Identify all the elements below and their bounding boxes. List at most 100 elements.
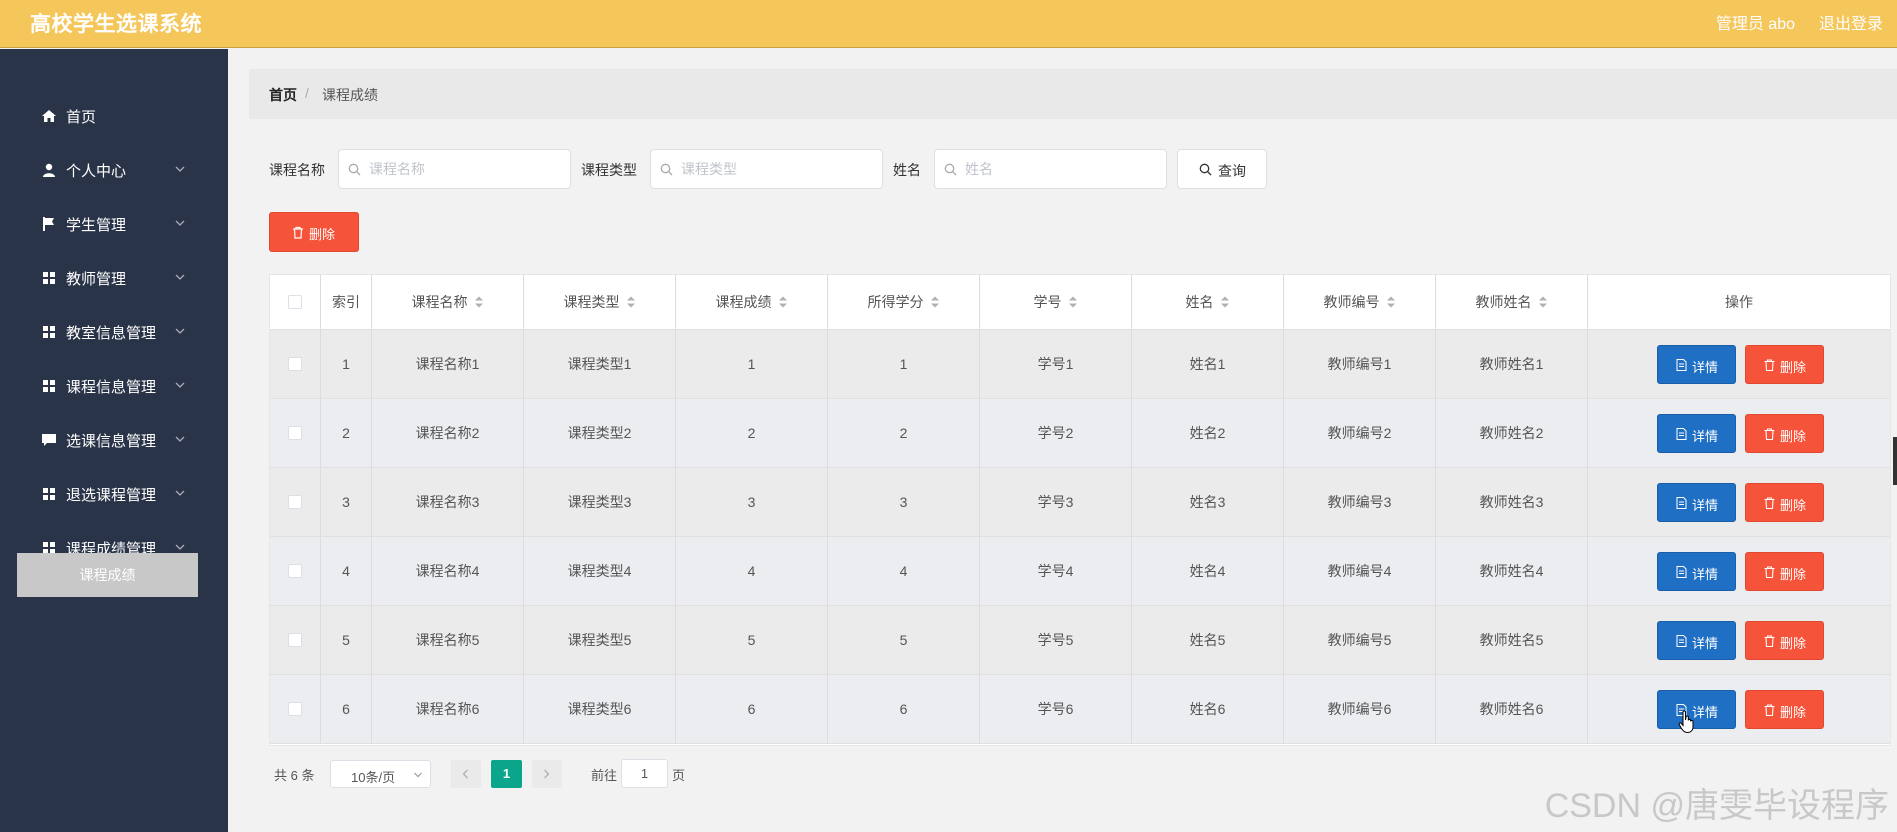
row-checkbox[interactable] [288, 357, 302, 371]
actions-cell [1588, 399, 1890, 467]
select-all-checkbox[interactable] [288, 295, 302, 309]
sidebar-item-enrollment-management[interactable]: 选课信息管理 [0, 414, 228, 468]
column-header-label: 学号 [1033, 294, 1062, 310]
detail-button[interactable]: 详情 [1657, 690, 1736, 729]
sidebar-item-withdraw-management[interactable]: 退选课程管理 [0, 468, 228, 522]
table-cell: 教师姓名1 [1436, 330, 1588, 398]
table-cell: 3 [676, 468, 828, 536]
delete-button[interactable]: 删除 [1745, 345, 1824, 384]
table-cell: 学号6 [980, 675, 1132, 743]
sidebar-item-label: 退选课程管理 [66, 487, 157, 504]
detail-button[interactable]: 详情 [1657, 414, 1736, 453]
trash-icon [1764, 497, 1775, 509]
logout-link[interactable]: 退出登录 [1819, 10, 1883, 34]
search-icon [1199, 163, 1212, 176]
document-icon [1676, 428, 1687, 440]
column-header-student-id[interactable]: 学号 [980, 275, 1132, 329]
table-cell: 课程类型2 [524, 399, 676, 467]
prev-page-button[interactable] [451, 760, 481, 788]
batch-delete-button[interactable]: 删除 [269, 212, 359, 252]
breadcrumb-separator: / [305, 85, 309, 101]
sidebar-item-home[interactable]: 首页 [0, 90, 228, 144]
course-name-label: 课程名称 [269, 162, 325, 178]
current-user: 管理员 abo [1715, 16, 1795, 33]
page-number-current[interactable]: 1 [491, 760, 522, 788]
course-type-input[interactable] [650, 149, 883, 189]
column-header-course-grade[interactable]: 课程成绩 [676, 275, 828, 329]
sort-icon [930, 296, 939, 308]
row-checkbox[interactable] [288, 633, 302, 647]
table-cell: 姓名6 [1132, 675, 1284, 743]
detail-button[interactable]: 详情 [1657, 345, 1736, 384]
table-cell: 教师编号1 [1284, 330, 1436, 398]
actions-cell [1588, 675, 1890, 743]
chevron-down-icon [414, 772, 422, 778]
row-checkbox[interactable] [288, 495, 302, 509]
chevron-down-icon [175, 274, 185, 280]
table-cell: 5 [321, 606, 372, 674]
chevron-down-icon [175, 544, 185, 550]
actions-cell [1588, 606, 1890, 674]
name-input[interactable] [934, 149, 1167, 189]
table-cell: 教师姓名3 [1436, 468, 1588, 536]
search-icon [660, 163, 673, 176]
table-row: 6 课程名称6 课程类型6 6 6 学号6 姓名6 教师编号6 教师姓名6 详情 删除 [270, 675, 1890, 744]
column-header-actions: 操作 [1725, 294, 1753, 310]
table-cell: 课程类型5 [524, 606, 676, 674]
table-cell: 教师编号2 [1284, 399, 1436, 467]
query-button[interactable]: 查询 [1177, 149, 1267, 189]
search-icon [944, 163, 957, 176]
chevron-down-icon [175, 328, 185, 334]
sort-icon [1538, 296, 1547, 308]
column-header-teacher-id[interactable]: 教师编号 [1284, 275, 1436, 329]
column-header-course-type[interactable]: 课程类型 [524, 275, 676, 329]
trash-icon [1764, 635, 1775, 647]
delete-button-label: 删除 [1780, 498, 1807, 513]
column-header-credits[interactable]: 所得学分 [828, 275, 980, 329]
column-header-name[interactable]: 姓名 [1132, 275, 1284, 329]
row-checkbox[interactable] [288, 702, 302, 716]
select-cell [270, 606, 321, 674]
page-size-select[interactable]: 10条/页 [330, 760, 431, 788]
row-checkbox[interactable] [288, 564, 302, 578]
row-checkbox[interactable] [288, 426, 302, 440]
sidebar-item-student-management[interactable]: 学生管理 [0, 198, 228, 252]
detail-button-label: 详情 [1692, 636, 1719, 651]
chevron-down-icon [175, 382, 185, 388]
table-cell: 5 [676, 606, 828, 674]
scrollbar-handle[interactable] [1893, 437, 1897, 485]
detail-button[interactable]: 详情 [1657, 483, 1736, 522]
delete-button[interactable]: 删除 [1745, 483, 1824, 522]
sidebar-item-teacher-management[interactable]: 教师管理 [0, 252, 228, 306]
document-icon [1676, 359, 1687, 371]
delete-button[interactable]: 删除 [1745, 552, 1824, 591]
column-header-course-name[interactable]: 课程名称 [372, 275, 524, 329]
trash-icon [1764, 359, 1775, 371]
select-cell [270, 675, 321, 743]
sidebar-item-classroom-management[interactable]: 教室信息管理 [0, 306, 228, 360]
detail-button[interactable]: 详情 [1657, 552, 1736, 591]
home-icon [42, 110, 56, 122]
sidebar-item-course-management[interactable]: 课程信息管理 [0, 360, 228, 414]
table-cell: 课程名称5 [372, 606, 524, 674]
column-header-teacher-name[interactable]: 教师姓名 [1436, 275, 1588, 329]
table-cell: 2 [321, 399, 372, 467]
chevron-down-icon [175, 166, 185, 172]
sidebar-item-personal-center[interactable]: 个人中心 [0, 144, 228, 198]
goto-label: 前往 [591, 768, 618, 783]
pagination-total: 共 6 条 [274, 768, 315, 783]
actions-cell [1588, 537, 1890, 605]
breadcrumb-home[interactable]: 首页 [269, 85, 297, 105]
goto-page-input[interactable] [621, 759, 668, 788]
trash-icon [1764, 428, 1775, 440]
next-page-button[interactable] [532, 760, 562, 788]
user-icon [43, 163, 55, 177]
delete-button[interactable]: 删除 [1745, 690, 1824, 729]
detail-button[interactable]: 详情 [1657, 621, 1736, 660]
delete-button[interactable]: 删除 [1745, 414, 1824, 453]
sidebar-subitem-course-grades[interactable]: 课程成绩 [17, 553, 198, 597]
course-name-input[interactable] [338, 149, 571, 189]
table-cell: 教师姓名6 [1436, 675, 1588, 743]
table-cell: 姓名2 [1132, 399, 1284, 467]
delete-button[interactable]: 删除 [1745, 621, 1824, 660]
